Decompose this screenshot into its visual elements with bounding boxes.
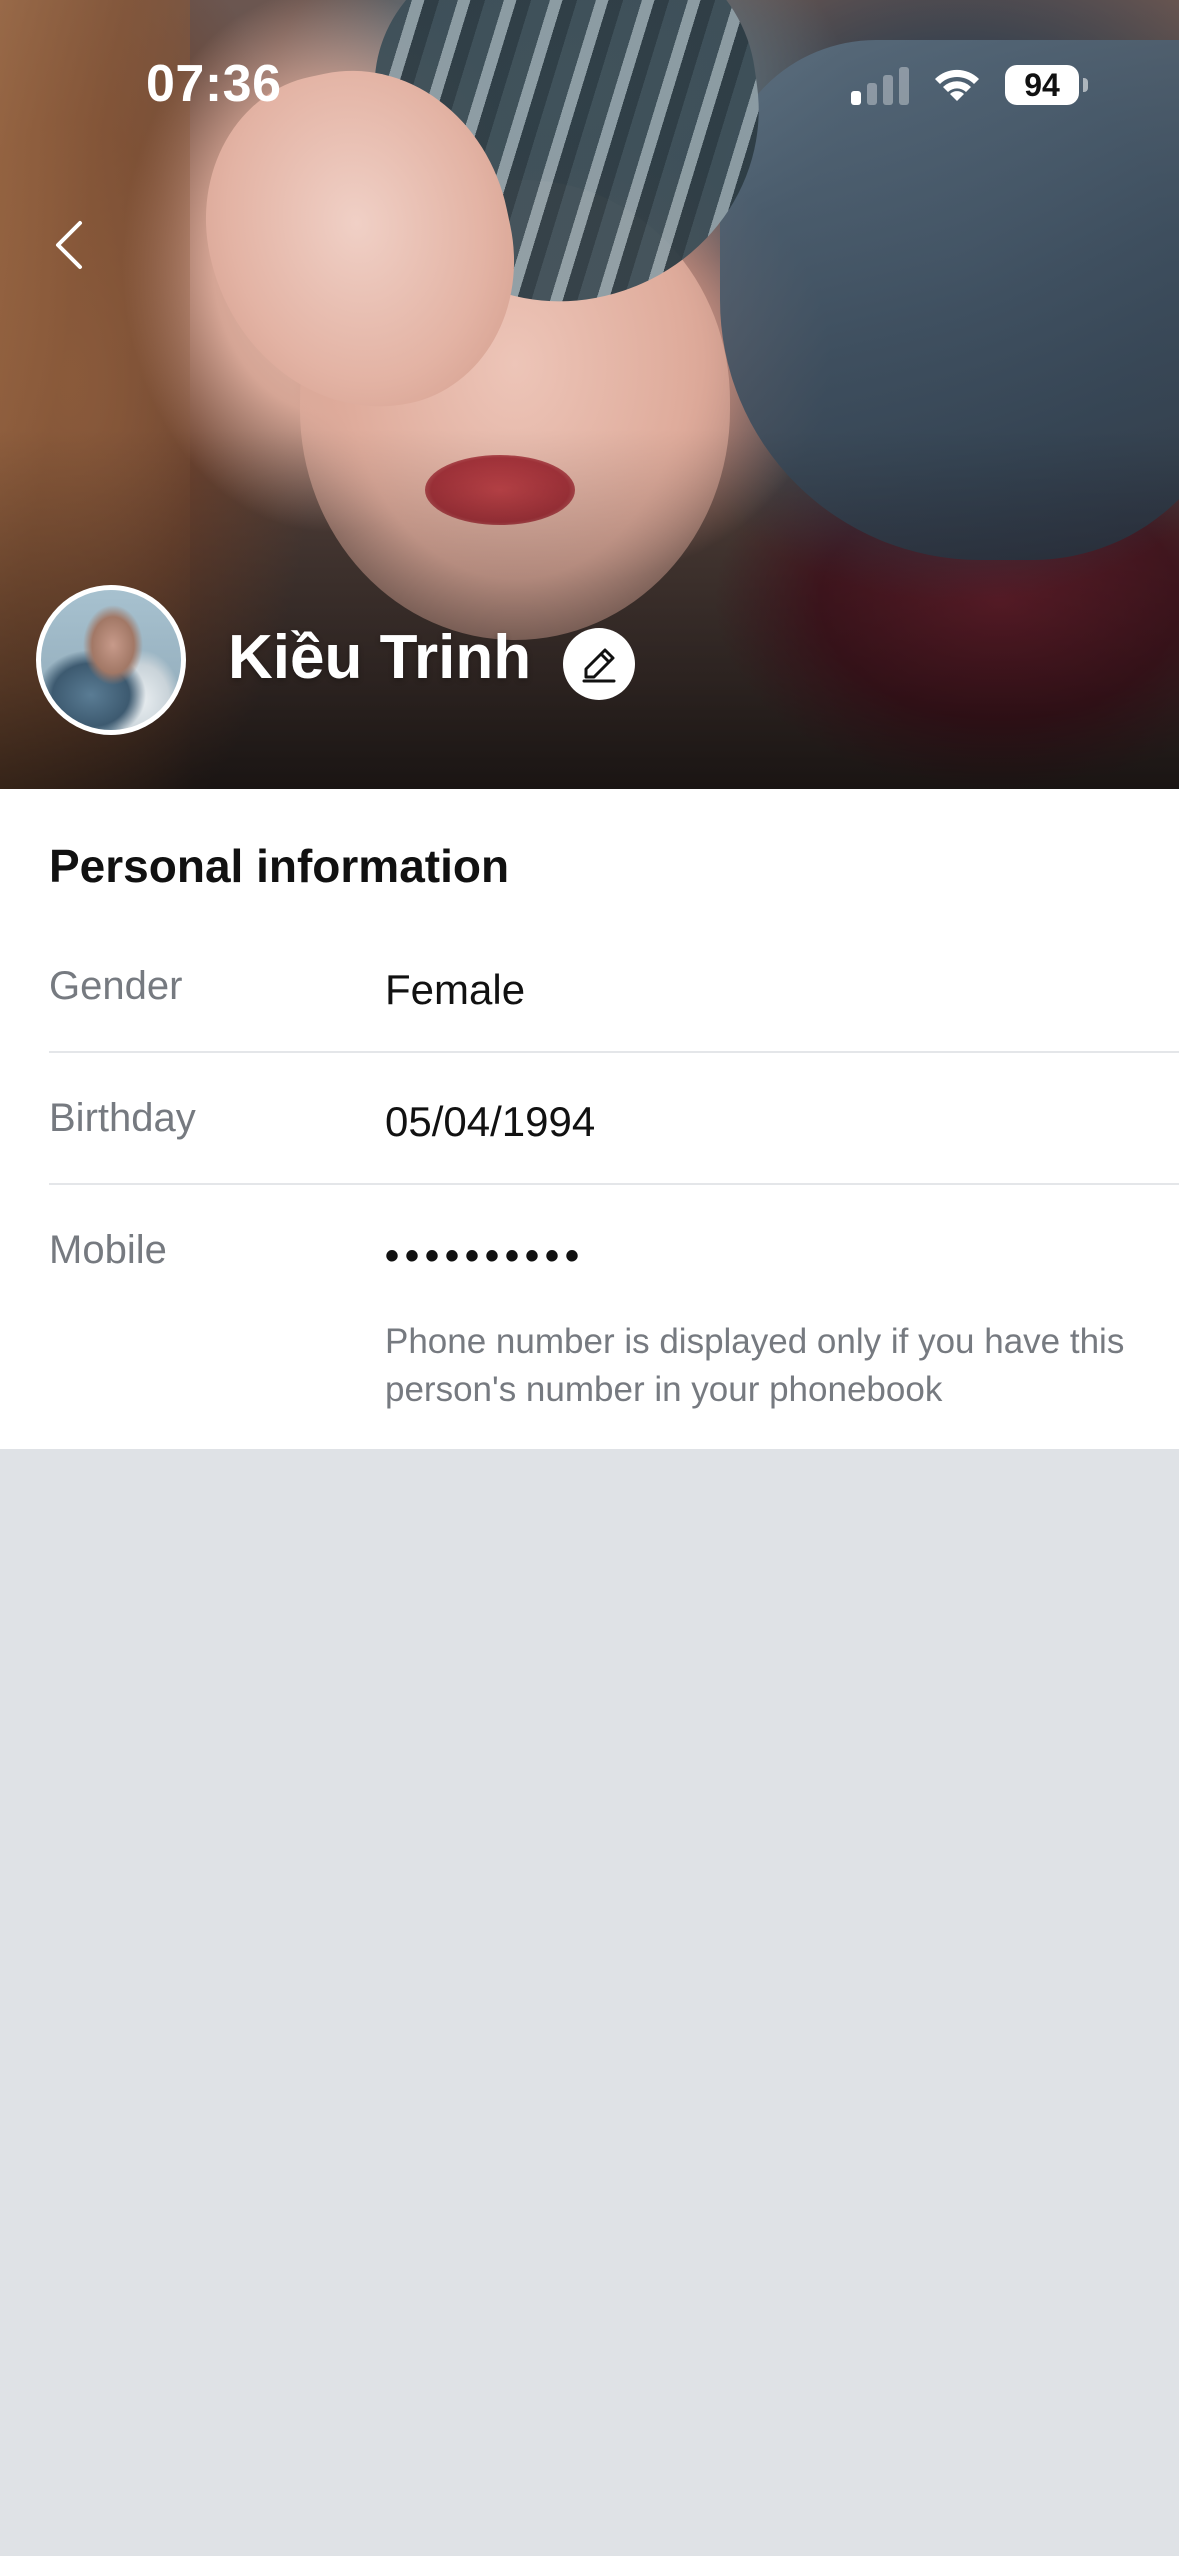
info-row-birthday: Birthday 05/04/1994 [49,1096,1179,1185]
signal-bar [899,67,909,105]
gender-value: Female [385,966,526,1013]
cellular-signal-icon [851,65,909,105]
personal-info-card: Personal information Gender Female Birth… [0,789,1179,1449]
mobile-label: Mobile [49,1228,167,1272]
battery-icon: 94 [1005,65,1088,105]
profile-name: Kiều Trinh [228,623,532,692]
mobile-note: Phone number is displayed only if you ha… [385,1322,1125,1409]
row-divider [49,1051,1179,1053]
mobile-value-masked: •••••••••• [385,1234,586,1278]
birthday-value: 05/04/1994 [385,1098,596,1145]
info-row-gender: Gender Female [49,964,1179,1053]
pencil-icon [582,648,616,683]
avatar[interactable] [36,585,186,735]
gender-label: Gender [49,964,183,1008]
status-time: 07:36 [146,55,282,113]
row-divider [49,1183,1179,1185]
back-button[interactable] [40,205,100,285]
edit-profile-button[interactable] [563,628,635,700]
info-row-mobile: Mobile •••••••••• Phone number is displa… [49,1228,1179,1428]
status-icons: 94 [851,60,1088,110]
signal-bar [851,91,861,105]
wifi-icon [935,69,979,101]
chevron-left-icon [56,221,82,269]
signal-bar [867,83,877,105]
section-title: Personal information [49,840,510,892]
cover-photo-shade [0,429,1179,789]
signal-bar [883,75,893,105]
birthday-label: Birthday [49,1096,196,1140]
